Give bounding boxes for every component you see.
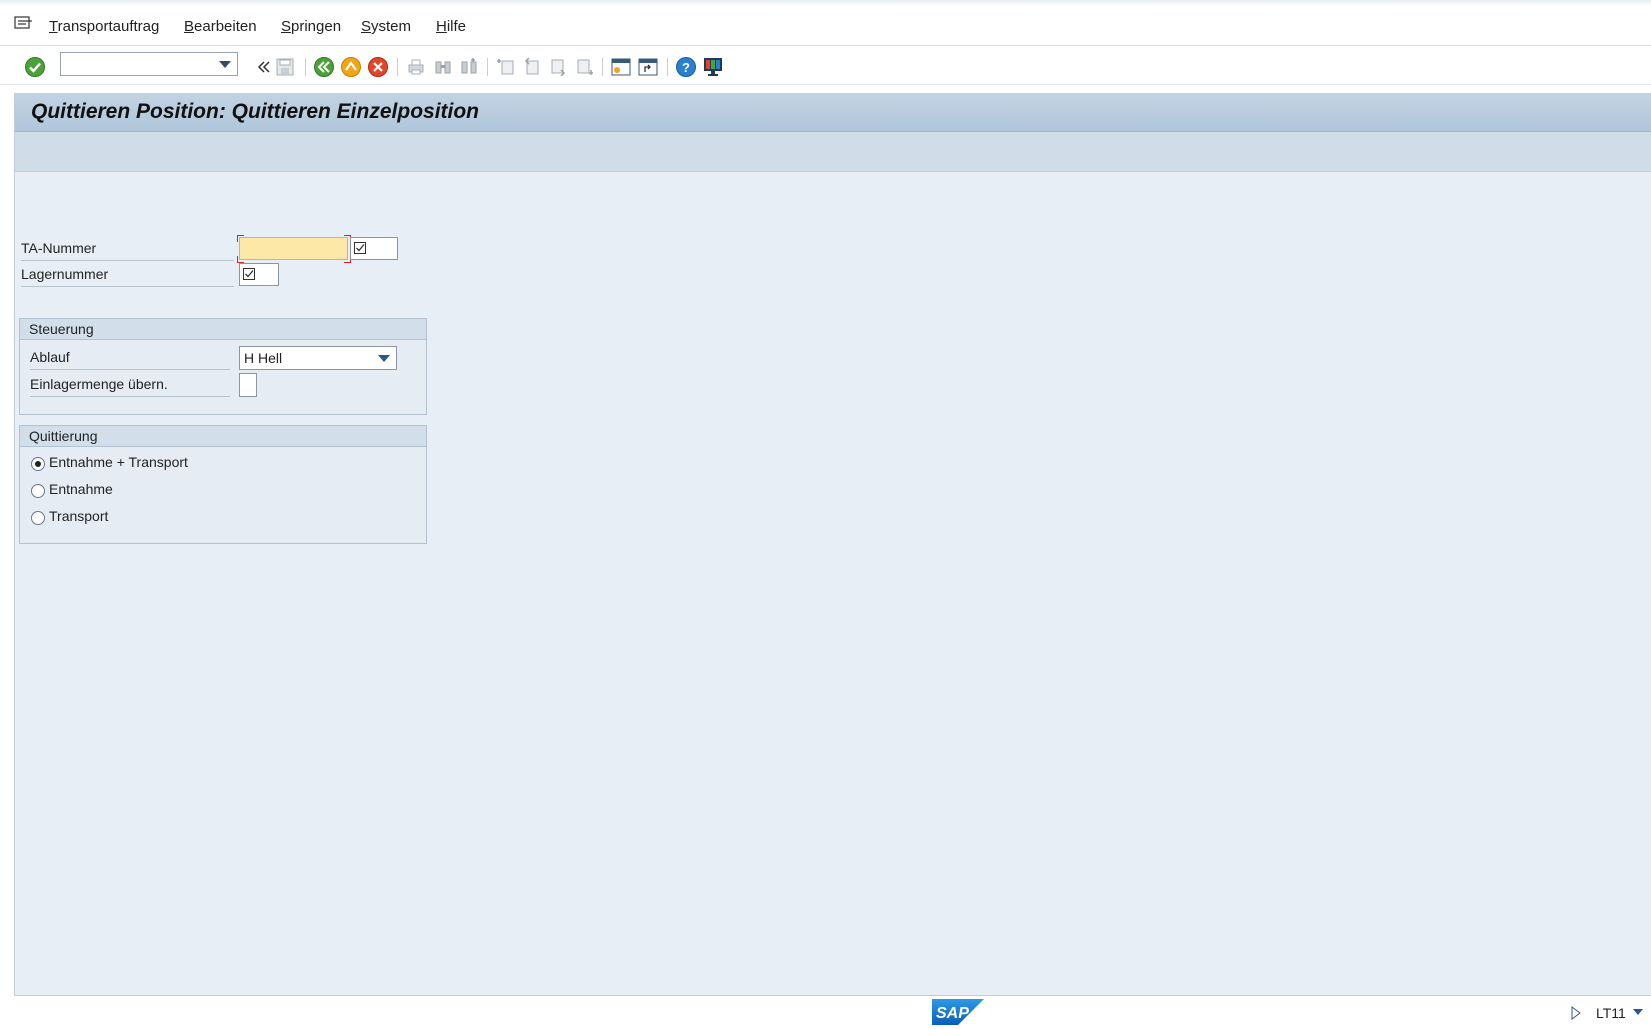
ablauf-label: Ablauf (30, 349, 230, 370)
standard-toolbar: ? (0, 46, 1651, 85)
chevron-down-icon[interactable] (378, 355, 390, 362)
command-dropdown-icon[interactable] (219, 61, 231, 68)
quittierung-title: Quittierung (29, 428, 98, 444)
lagernummer-field[interactable] (239, 263, 279, 286)
customize-layout-icon[interactable] (702, 56, 724, 78)
required-check-icon (354, 242, 366, 254)
menu-mnemonic: S (361, 18, 372, 35)
page-title: Quittieren Position: Quittieren Einzelpo… (31, 100, 480, 123)
sap-logo: SAP (932, 999, 984, 1025)
save-icon[interactable] (274, 56, 296, 78)
back-icon[interactable] (313, 56, 335, 78)
find-next-icon[interactable] (458, 56, 480, 78)
next-page-icon[interactable] (547, 56, 569, 78)
radio-transport[interactable] (31, 511, 45, 525)
menu-label: ystem (371, 18, 412, 35)
required-marker (237, 256, 244, 263)
last-page-icon[interactable] (573, 56, 595, 78)
required-marker (237, 235, 244, 242)
steuerung-title: Steuerung (29, 321, 94, 337)
command-field[interactable] (60, 52, 238, 76)
collapse-icon[interactable] (253, 56, 275, 78)
menu-mnemonic: S (281, 18, 292, 35)
ablauf-value: H Hell (244, 350, 283, 366)
radio-entnahme-transport-label[interactable]: Entnahme + Transport (49, 454, 188, 470)
einlagermenge-label: Einlagermenge übern. (30, 376, 230, 397)
svg-text:?: ? (682, 60, 690, 75)
menu-bearbeiten[interactable]: Bearbeiten (184, 18, 257, 35)
ta-nummer-field[interactable] (239, 237, 348, 260)
einlagermenge-checkbox[interactable] (239, 373, 257, 397)
menu-hilfe[interactable]: Hilfe (436, 18, 466, 35)
menu-label: pringen (291, 18, 342, 35)
previous-page-icon[interactable] (521, 56, 543, 78)
menu-springen[interactable]: Springen (281, 18, 341, 35)
ta-nummer-label: TA-Nummer (21, 240, 234, 261)
new-session-icon[interactable] (610, 56, 632, 78)
radio-entnahme-transport[interactable] (31, 457, 45, 471)
menu-label: ilfe (446, 18, 467, 35)
menu-mnemonic: H (436, 18, 447, 35)
steuerung-header: Steuerung (20, 319, 426, 340)
menu-label: earbeiten (194, 18, 257, 35)
first-page-icon[interactable] (495, 56, 517, 78)
sap-brand-text: SAP (936, 1005, 969, 1022)
transaction-code: LT11 (1596, 1005, 1626, 1021)
shortcut-icon[interactable] (637, 56, 659, 78)
exit-icon[interactable] (340, 56, 362, 78)
menu-transportauftrag[interactable]: Transportauftrag (49, 18, 159, 35)
menu-bar: Transportauftrag Bearbeiten Springen Sys… (0, 0, 1651, 46)
menu-icon[interactable] (14, 14, 34, 32)
title-bar: Quittieren Position: Quittieren Einzelpo… (15, 93, 1651, 132)
quittierung-header: Quittierung (20, 426, 426, 447)
required-check-icon (243, 268, 255, 280)
radio-entnahme-label[interactable]: Entnahme (49, 481, 113, 497)
status-bar: SAP LT11 (0, 997, 1651, 1029)
main-area: Quittieren Position: Quittieren Einzelpo… (14, 93, 1651, 996)
cancel-icon[interactable] (367, 56, 389, 78)
application-toolbar (15, 132, 1651, 172)
lagernummer-label: Lagernummer (21, 266, 234, 287)
enter-icon[interactable] (24, 56, 46, 78)
steuerung-group: Steuerung Ablauf H Hell Einlagermenge üb… (19, 318, 427, 415)
status-expand-icon[interactable] (1570, 1005, 1582, 1024)
menu-mnemonic: B (184, 18, 195, 35)
menu-label: ransportauftrag (57, 18, 160, 35)
menu-system[interactable]: System (361, 18, 411, 35)
find-icon[interactable] (432, 56, 454, 78)
radio-transport-label[interactable]: Transport (49, 508, 108, 524)
ta-nummer-secondary-field[interactable] (350, 237, 398, 260)
menu-mnemonic: T (49, 18, 58, 35)
radio-entnahme[interactable] (31, 484, 45, 498)
print-icon[interactable] (405, 56, 427, 78)
help-icon[interactable]: ? (675, 56, 697, 78)
ablauf-dropdown[interactable]: H Hell (239, 346, 397, 370)
chevron-down-icon[interactable] (1633, 1009, 1643, 1015)
quittierung-group: Quittierung Entnahme + Transport Entnahm… (19, 425, 427, 544)
